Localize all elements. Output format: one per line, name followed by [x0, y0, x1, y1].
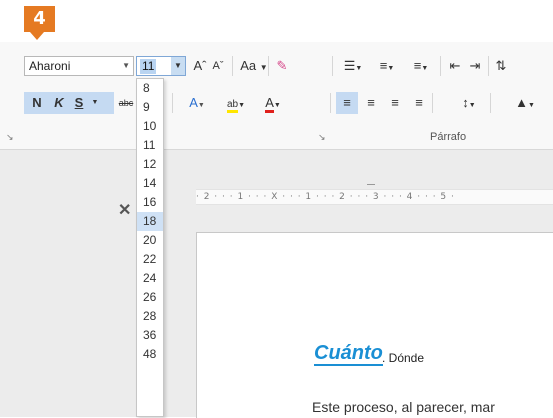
separator	[432, 93, 433, 113]
font-color-label: A	[265, 95, 274, 113]
close-icon[interactable]: ✕	[118, 200, 131, 220]
separator	[172, 93, 173, 113]
separator	[440, 56, 441, 76]
font-size-option[interactable]: 36	[137, 326, 163, 345]
justify-icon[interactable]: ≡	[410, 93, 428, 113]
font-size-option[interactable]: 9	[137, 98, 163, 117]
shrink-font-button[interactable]: Aˇ	[210, 56, 226, 76]
text-effects-label: A	[189, 95, 198, 110]
font-size-option[interactable]: 14	[137, 174, 163, 193]
highlight-color-label: ab	[226, 99, 239, 113]
bullets-button[interactable]: ☰▼	[338, 56, 368, 76]
grow-font-button[interactable]: Aˆ	[192, 56, 208, 76]
chevron-down-icon[interactable]: ▼	[171, 57, 185, 75]
font-size-combo[interactable]: 11 ▼	[136, 56, 186, 76]
sort-icon[interactable]: ⇅	[492, 56, 510, 76]
change-case-button[interactable]: Aa ▼	[236, 56, 272, 76]
font-name-combo[interactable]: Aharoni ▼	[24, 56, 134, 76]
font-size-option[interactable]: 20	[137, 231, 163, 250]
highlight-color-button[interactable]: ab▼	[220, 93, 252, 113]
font-size-option[interactable]: 48	[137, 345, 163, 364]
separator	[268, 56, 269, 76]
font-size-option[interactable]: 28	[137, 307, 163, 326]
font-size-option[interactable]: 22	[137, 250, 163, 269]
change-case-label: Aa	[240, 58, 257, 73]
font-size-option[interactable]: 10	[137, 117, 163, 136]
font-color-button[interactable]: A▼	[256, 93, 290, 113]
shading-button[interactable]: ▲▼	[510, 93, 540, 113]
font-size-option[interactable]: 8	[137, 79, 163, 98]
document-body-text: Este proceso, al parecer, mar	[312, 399, 495, 415]
bold-button[interactable]: N	[28, 93, 46, 113]
italic-button[interactable]: K	[50, 93, 68, 113]
separator	[330, 93, 331, 113]
paragraph-group-label: Párrafo	[430, 131, 467, 143]
font-size-option[interactable]: 16	[137, 193, 163, 212]
font-size-option[interactable]: 18	[137, 212, 163, 231]
separator	[488, 56, 489, 76]
clear-formatting-icon[interactable]: ✎	[272, 56, 292, 76]
separator	[490, 93, 491, 113]
strikethrough-button[interactable]: abc	[116, 93, 136, 113]
step-number-badge: 4	[24, 6, 55, 40]
line-spacing-button[interactable]: ↕▼	[454, 93, 484, 113]
document-title-rest: . Dónde	[382, 351, 425, 365]
font-size-value: 11	[140, 59, 157, 74]
chevron-down-icon: ▼	[259, 63, 268, 72]
increase-indent-icon[interactable]: ⇥	[466, 56, 484, 76]
multilevel-list-button[interactable]: ≡▼	[406, 56, 436, 76]
horizontal-ruler[interactable]: · 2 · · · 1 · · · X · · · 1 · · · 2 · · …	[196, 189, 553, 205]
underline-button[interactable]: S	[70, 93, 88, 113]
ruler-tab-marker	[367, 184, 375, 185]
font-size-dropdown[interactable]: 8 9 10 11 12 14 16 18 20 22 24 26 28 36 48	[136, 78, 164, 417]
font-size-option[interactable]: 11	[137, 136, 163, 155]
font-size-option[interactable]: 24	[137, 269, 163, 288]
font-name-value: Aharoni	[29, 59, 71, 73]
chevron-down-icon[interactable]: ▼	[122, 57, 130, 75]
font-size-option[interactable]: 26	[137, 288, 163, 307]
paragraph-dialog-launcher-icon[interactable]: ↘	[318, 132, 326, 143]
separator	[332, 56, 333, 76]
document-page[interactable]	[196, 232, 553, 418]
chevron-down-icon[interactable]: ▼	[90, 93, 100, 113]
font-size-option[interactable]: 12	[137, 155, 163, 174]
align-center-icon[interactable]: ≡	[362, 93, 380, 113]
separator	[232, 56, 233, 76]
font-dialog-launcher-icon[interactable]: ↘	[6, 132, 14, 143]
align-right-icon[interactable]: ≡	[386, 93, 404, 113]
text-effects-button[interactable]: A▼	[182, 93, 212, 113]
document-title-word: Cuánto	[314, 342, 383, 366]
decrease-indent-icon[interactable]: ⇤	[446, 56, 464, 76]
align-left-icon[interactable]: ≡	[338, 93, 356, 113]
numbering-button[interactable]: ≡▼	[372, 56, 402, 76]
